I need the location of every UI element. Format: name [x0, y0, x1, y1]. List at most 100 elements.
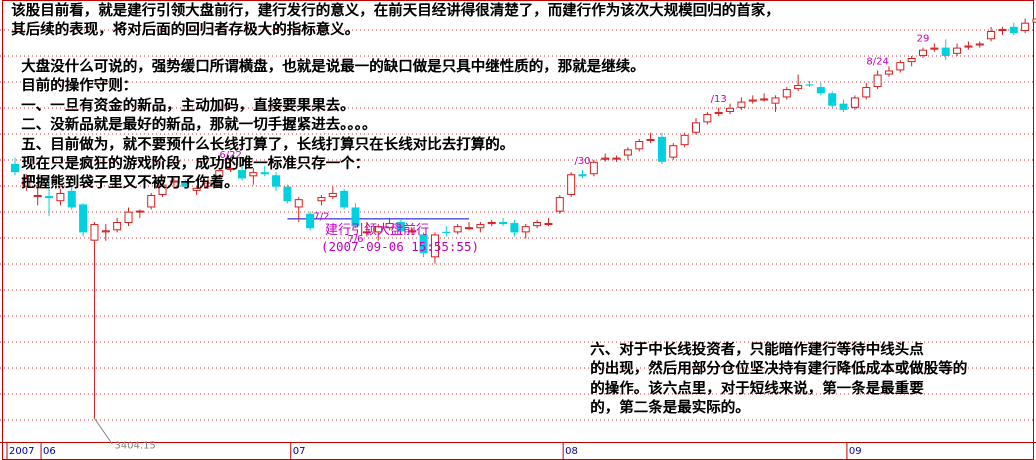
candle-body-up [487, 222, 496, 225]
candle-body-up [862, 87, 871, 98]
candle [90, 222, 99, 419]
note-line: 把握熊到袋子里又不被刀子伤着。 [21, 175, 239, 192]
candle [748, 95, 757, 104]
candle-body-up [1021, 22, 1030, 31]
middle-notes: 大盘没什么可说的，强势缓口所谓横盘，也就是说最一的缺口做是只具中继性质的，那就是… [21, 58, 645, 194]
candle-body-up [646, 138, 655, 142]
candle [1021, 18, 1030, 34]
candle-body-up [930, 47, 939, 50]
candle-body-down [510, 223, 519, 233]
low-marker-label: 3404.15 [114, 440, 155, 451]
candle [544, 217, 553, 227]
candle-body-up [521, 226, 530, 233]
candle [964, 41, 973, 50]
candle-body-up [703, 114, 712, 123]
candle-body-up [987, 30, 996, 40]
candle-body-up [964, 45, 973, 48]
candle-body-up [998, 28, 1007, 31]
candle-body-up [669, 145, 678, 158]
candle [726, 103, 735, 115]
candle-body-down [941, 47, 950, 56]
note-line: 的，第二条是最实际的。 [590, 400, 750, 417]
candle [884, 66, 893, 77]
candle-body-up [794, 84, 803, 90]
candle [79, 203, 88, 237]
candle-body-up [453, 226, 462, 233]
note-line: 二、没新品就是最好的新品，那就一切手握紧进去。。。。 [21, 117, 377, 134]
chart-stage: 6/22 7/2 7/6/30/13 8/24 29 3404.15 2007 06 07 08… [0, 0, 1036, 460]
candle-body-up [873, 74, 882, 88]
candle [828, 91, 837, 108]
candle [453, 224, 462, 235]
candle-body-up [555, 197, 564, 212]
candle [930, 43, 939, 52]
candle [714, 107, 723, 117]
candle-body-up [726, 107, 735, 112]
note-line: 一、一旦有资金的新品，主动加码，直接要果果去。 [21, 97, 355, 114]
candle [476, 222, 485, 233]
candle-body-up [850, 97, 859, 108]
candle [794, 74, 803, 92]
candle [669, 143, 678, 160]
candle [499, 217, 508, 227]
candle [873, 70, 882, 90]
candle [703, 111, 712, 125]
candle [510, 219, 519, 237]
note-line: 目前的操作守则： [21, 78, 137, 95]
candle-body-up [884, 70, 893, 75]
note-line: 六、对于中长线投资者，只能暗作建行等待中线头点 [590, 342, 924, 358]
candle [737, 97, 746, 110]
candle [896, 60, 905, 73]
candle [998, 26, 1007, 36]
candle [521, 224, 530, 239]
note-line: 的操作。该六点里，对于短线来说，第一条是最重要 [590, 380, 924, 397]
candle-body-up [113, 222, 122, 231]
candle [771, 95, 780, 112]
top-notes: 该股目前看，就是建行引领大盘前行，建行发行的意义，在前天目经讲得很清楚了，而建行… [11, 2, 780, 41]
candle-body-up [465, 227, 473, 230]
candle-body-up [907, 57, 916, 63]
axis-label: 06 [43, 446, 56, 457]
candle [987, 26, 996, 42]
note-line: 现在只是疯狂的游戏阶段，成功的唯一标准只存一个： [21, 156, 369, 173]
candle-body-up [782, 89, 791, 98]
candle-body-down [79, 204, 88, 233]
post-datetime: (2007-09-06 15:55:55) [320, 239, 480, 254]
candle-body-up [953, 47, 962, 54]
candle [760, 93, 769, 102]
candle-body-up [919, 49, 927, 56]
candle-body-up [692, 122, 700, 133]
candle-body-up [124, 211, 133, 224]
candle-body-down [839, 103, 848, 110]
candle-body-down [45, 196, 54, 199]
candle [692, 118, 700, 135]
candle-body-up [896, 62, 905, 71]
candle [135, 209, 144, 218]
candle [113, 217, 122, 233]
candle [782, 87, 791, 100]
axis-label: 2007 [9, 446, 34, 457]
candle-body-up [147, 195, 156, 208]
candle-body-down [657, 136, 666, 162]
candle-body-down [11, 163, 19, 173]
candle [317, 195, 326, 206]
candle [1009, 22, 1018, 36]
candle-body-up [544, 223, 553, 226]
candle [294, 197, 303, 222]
candle [555, 195, 564, 214]
candle [941, 39, 950, 61]
candle-body-up [90, 224, 99, 241]
candle-body-up [317, 197, 326, 202]
candle [816, 82, 825, 96]
candle-body-up [101, 230, 110, 233]
axis-label: 08 [565, 446, 578, 457]
candle-body-up [533, 222, 542, 227]
candle [147, 192, 156, 210]
note-line: 五、目前做为，就不要预什么长线打算了，长线打算只在长线对比去打算的。 [21, 136, 514, 153]
candle-body-up [33, 195, 42, 198]
candle-body-down [1009, 26, 1018, 34]
candle-body-up [294, 199, 303, 208]
candle [953, 43, 962, 56]
bottom-notes: 六、对于中长线投资者，只能暗作建行等待中线头点 的出现，然后用部分仓位坚决持有建… [590, 341, 967, 419]
axis-label: 07 [293, 446, 306, 457]
